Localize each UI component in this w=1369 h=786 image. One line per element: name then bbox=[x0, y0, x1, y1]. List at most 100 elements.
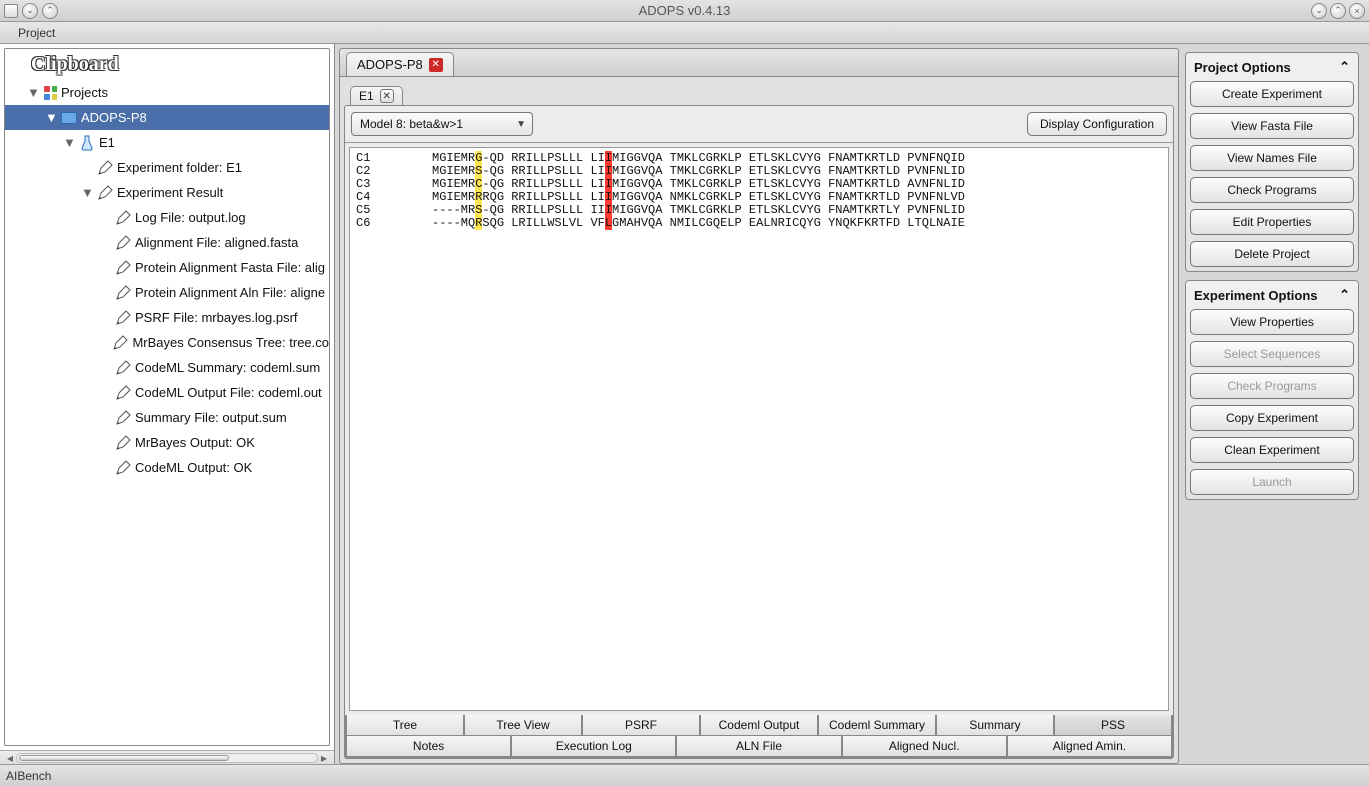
titlebar-left-icons: ⌄ ⌃ bbox=[0, 3, 58, 19]
experiment-option-button: Check Programs bbox=[1190, 373, 1354, 399]
pencil-icon bbox=[97, 185, 113, 201]
tree-label: CodeML Output: OK bbox=[135, 460, 252, 475]
tree-root-projects[interactable]: ▼ Projects bbox=[5, 80, 329, 105]
sequence-alignment-panel: C1MGIEMRG-QD RRILLPSLLL LIIMIGGVQA TMKLC… bbox=[349, 147, 1169, 711]
pencil-icon bbox=[115, 260, 131, 276]
project-option-button[interactable]: View Names File bbox=[1190, 145, 1354, 171]
sidebar-horizontal-scrollbar[interactable]: ◂ ▸ bbox=[0, 750, 334, 764]
tree-experiment-e1[interactable]: ▼ E1 bbox=[5, 130, 329, 155]
pencil-icon bbox=[115, 385, 131, 401]
collapse-icon[interactable]: ⌃ bbox=[1339, 287, 1350, 303]
tab-adops-p8[interactable]: ADOPS-P8 ✕ bbox=[346, 52, 454, 76]
titlebar-up-icon[interactable]: ⌃ bbox=[42, 3, 58, 19]
bottom-tab[interactable]: Execution Log bbox=[511, 736, 676, 757]
close-window-button[interactable]: × bbox=[1349, 3, 1365, 19]
menu-project[interactable]: Project bbox=[10, 23, 63, 43]
bottom-tab[interactable]: Tree View bbox=[464, 715, 582, 736]
project-option-button[interactable]: Delete Project bbox=[1190, 241, 1354, 267]
tree-label: CodeML Output File: codeml.out bbox=[135, 385, 322, 400]
inner-wrapper: E1 ✕ Model 8: beta&w>1 ▼ Display Configu… bbox=[339, 76, 1179, 764]
sidebar-panel: Clipboard ▼ Projects ▼ ADOPS-P8 ▼ bbox=[4, 48, 330, 746]
tree-file-item[interactable]: Protein Alignment Aln File: aligne bbox=[5, 280, 329, 305]
tree-file-item[interactable]: Alignment File: aligned.fasta bbox=[5, 230, 329, 255]
tree-label: Experiment folder: E1 bbox=[117, 160, 242, 175]
bottom-tab[interactable]: Aligned Nucl. bbox=[842, 736, 1007, 757]
content-area: Model 8: beta&w>1 ▼ Display Configuratio… bbox=[344, 105, 1174, 759]
bottom-tab[interactable]: ALN File bbox=[676, 736, 841, 757]
bottom-tab[interactable]: Notes bbox=[346, 736, 511, 757]
bottom-tab[interactable]: Codeml Output bbox=[700, 715, 818, 736]
window-controls: ⌄ ⌃ × bbox=[1311, 3, 1365, 19]
pencil-icon bbox=[115, 410, 131, 426]
bottom-tab[interactable]: Aligned Amin. bbox=[1007, 736, 1172, 757]
display-configuration-button[interactable]: Display Configuration bbox=[1027, 112, 1167, 136]
scroll-left-icon[interactable]: ◂ bbox=[4, 751, 16, 765]
experiment-option-button[interactable]: Copy Experiment bbox=[1190, 405, 1354, 431]
panel-header[interactable]: Experiment Options ⌃ bbox=[1190, 285, 1354, 309]
tree-label: MrBayes Consensus Tree: tree.co bbox=[132, 335, 329, 350]
tree-experiment-folder[interactable]: Experiment folder: E1 bbox=[5, 155, 329, 180]
folder-icon bbox=[61, 110, 77, 126]
statusbar-text: AIBench bbox=[6, 769, 51, 783]
bottom-tab[interactable]: Tree bbox=[346, 715, 464, 736]
pencil-icon bbox=[115, 210, 131, 226]
scroll-right-icon[interactable]: ▸ bbox=[318, 751, 330, 765]
close-tab-button[interactable]: ✕ bbox=[380, 89, 394, 103]
tree-label: Summary File: output.sum bbox=[135, 410, 287, 425]
titlebar-down-icon[interactable]: ⌄ bbox=[22, 3, 38, 19]
tree-file-item[interactable]: CodeML Output: OK bbox=[5, 455, 329, 480]
expand-icon[interactable]: ▼ bbox=[45, 110, 57, 125]
experiment-option-button[interactable]: View Properties bbox=[1190, 309, 1354, 335]
content-toolbar: Model 8: beta&w>1 ▼ Display Configuratio… bbox=[345, 106, 1173, 143]
pencil-icon bbox=[115, 310, 131, 326]
project-option-button[interactable]: Check Programs bbox=[1190, 177, 1354, 203]
experiment-option-button[interactable]: Clean Experiment bbox=[1190, 437, 1354, 463]
pencil-icon bbox=[115, 235, 131, 251]
project-options-panel: Project Options ⌃ Create Experiment View … bbox=[1185, 52, 1359, 272]
tree-file-item[interactable]: Log File: output.log bbox=[5, 205, 329, 230]
tree-label: PSRF File: mrbayes.log.psrf bbox=[135, 310, 298, 325]
tree-experiment-result[interactable]: ▼ Experiment Result bbox=[5, 180, 329, 205]
tab-label: E1 bbox=[359, 89, 374, 103]
tree-project-adops[interactable]: ▼ ADOPS-P8 bbox=[5, 105, 329, 130]
sequence-label: C6 bbox=[356, 217, 432, 230]
tree-file-item[interactable]: Summary File: output.sum bbox=[5, 405, 329, 430]
project-tree: ▼ Projects ▼ ADOPS-P8 ▼ E1 bbox=[5, 78, 329, 486]
project-option-button[interactable]: View Fasta File bbox=[1190, 113, 1354, 139]
pencil-icon bbox=[112, 335, 128, 351]
tree-file-item[interactable]: CodeML Output File: codeml.out bbox=[5, 380, 329, 405]
dropdown-value: Model 8: beta&w>1 bbox=[360, 117, 463, 131]
scroll-track[interactable] bbox=[16, 753, 318, 763]
maximize-button[interactable]: ⌃ bbox=[1330, 3, 1346, 19]
pencil-icon bbox=[115, 435, 131, 451]
bottom-tab[interactable]: PSRF bbox=[582, 715, 700, 736]
tree-file-item[interactable]: MrBayes Consensus Tree: tree.co bbox=[5, 330, 329, 355]
project-option-button[interactable]: Create Experiment bbox=[1190, 81, 1354, 107]
tree-file-item[interactable]: Protein Alignment Fasta File: alig bbox=[5, 255, 329, 280]
tree-file-item[interactable]: MrBayes Output: OK bbox=[5, 430, 329, 455]
expand-icon[interactable]: ▼ bbox=[63, 135, 75, 150]
panel-header[interactable]: Project Options ⌃ bbox=[1190, 57, 1354, 81]
tree-label: Experiment Result bbox=[117, 185, 223, 200]
statusbar: AIBench bbox=[0, 764, 1369, 786]
tree-file-item[interactable]: PSRF File: mrbayes.log.psrf bbox=[5, 305, 329, 330]
expand-icon[interactable]: ▼ bbox=[27, 85, 39, 100]
model-dropdown[interactable]: Model 8: beta&w>1 ▼ bbox=[351, 112, 533, 136]
close-tab-button[interactable]: ✕ bbox=[429, 58, 443, 72]
bottom-tab[interactable]: PSS bbox=[1054, 715, 1172, 736]
tab-e1[interactable]: E1 ✕ bbox=[350, 86, 403, 105]
tree-label: Log File: output.log bbox=[135, 210, 246, 225]
expand-icon[interactable]: ▼ bbox=[81, 185, 93, 200]
tree-label: Protein Alignment Aln File: aligne bbox=[135, 285, 325, 300]
minimize-button[interactable]: ⌄ bbox=[1311, 3, 1327, 19]
tree-file-item[interactable]: CodeML Summary: codeml.sum bbox=[5, 355, 329, 380]
bottom-tab[interactable]: Summary bbox=[936, 715, 1054, 736]
bottom-tab[interactable]: Codeml Summary bbox=[818, 715, 936, 736]
sequence-row: C6----MQRSQG LRILLWSLVL VFLGMAHVQA NMILC… bbox=[356, 217, 1162, 230]
collapse-icon[interactable]: ⌃ bbox=[1339, 59, 1350, 75]
tree-label: Protein Alignment Fasta File: alig bbox=[135, 260, 325, 275]
project-option-button[interactable]: Edit Properties bbox=[1190, 209, 1354, 235]
experiment-option-button: Launch bbox=[1190, 469, 1354, 495]
chevron-down-icon: ▼ bbox=[516, 119, 526, 130]
scroll-thumb[interactable] bbox=[19, 755, 229, 761]
